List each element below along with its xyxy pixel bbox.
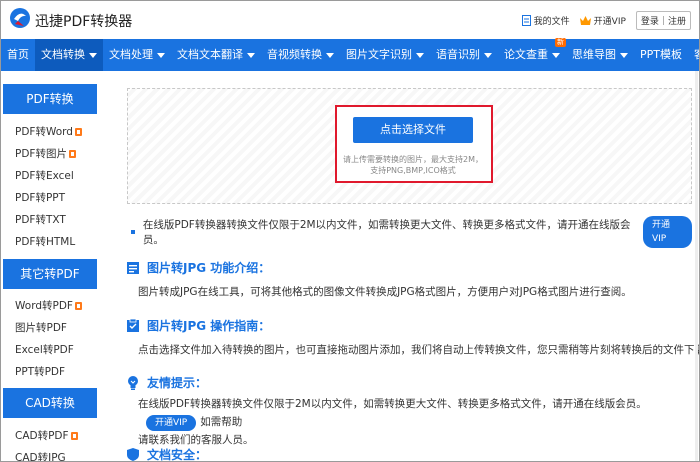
sidebar-group-title: PDF转换 <box>3 84 97 114</box>
sidebar-item[interactable]: Word转PDF <box>15 298 82 313</box>
bullet-icon <box>131 230 135 234</box>
caret-down-icon <box>552 52 560 58</box>
sidebar-item[interactable]: PPT转PDF <box>15 364 65 379</box>
nav-item-3[interactable]: 文档文本翻译 <box>171 39 261 71</box>
hot-icon <box>68 149 76 158</box>
nav-item-6[interactable]: 语音识别 <box>430 39 498 71</box>
scrollbar[interactable] <box>695 71 698 461</box>
nav-item-0[interactable]: 首页 <box>1 39 35 71</box>
shield-icon <box>127 448 139 461</box>
upload-hint-line1: 请上传需要转换的图片，最大支持2M， <box>343 155 483 164</box>
security-heading: 文档安全： <box>127 446 207 461</box>
sidebar-item[interactable]: 图片转PDF <box>15 320 67 335</box>
sidebar-item[interactable]: Excel转PDF <box>15 342 74 357</box>
main-nav: 首页 文档转换 文档处理 文档文本翻译 音视频转换 图片文字识别 语音识别 论文查重新思维导图… <box>1 38 699 71</box>
caret-down-icon <box>326 52 334 58</box>
auth-separator: | <box>661 15 665 26</box>
brand-name: 迅捷PDF转换器 <box>35 14 133 30</box>
nav-item-7[interactable]: 论文查重新 <box>498 38 566 71</box>
nav-item-1[interactable]: 文档转换 <box>35 39 103 71</box>
nav-item-4[interactable]: 音视频转换 <box>261 39 340 71</box>
intro-text: 图片转成JPG在线工具，可将其他格式的图像文件转换成JPG格式图片，方便用户对J… <box>138 286 632 298</box>
size-notice: 在线版PDF转换器转换文件仅限于2M以内文件，如需转换更大文件、转换更多格式文件… <box>127 216 692 248</box>
hot-icon <box>74 127 82 136</box>
nav-item-2[interactable]: 文档处理 <box>103 39 171 71</box>
guide-heading: 图片转JPG 操作指南： <box>127 317 270 334</box>
caret-down-icon <box>157 52 165 58</box>
sidebar-item[interactable]: CAD转JPG <box>15 450 66 461</box>
sidebar-item[interactable]: PDF转Word <box>15 124 82 139</box>
notice-vip-button[interactable]: 开通VIP <box>642 216 692 248</box>
caret-down-icon <box>416 52 424 58</box>
choose-file-button[interactable]: 点击选择文件 <box>353 117 473 143</box>
hot-icon <box>74 301 82 310</box>
nav-item-10[interactable]: 客户端 <box>688 39 699 71</box>
tips-vip-button[interactable]: 开通VIP <box>146 415 197 431</box>
bulb-icon <box>128 375 138 390</box>
sidebar-item[interactable]: PDF转PPT <box>15 190 65 205</box>
intro-icon <box>127 261 139 274</box>
nav-item-5[interactable]: 图片文字识别 <box>340 39 430 71</box>
nav-item-9[interactable]: PPT模板 <box>634 39 688 71</box>
nav-item-8[interactable]: 思维导图 <box>566 39 634 71</box>
page-frame: 迅捷PDF转换器 我的文件 开通VIP 登录 | 注册 首页 文档转换 文档处理… <box>0 0 700 462</box>
guide-icon <box>127 319 139 332</box>
register-link[interactable]: 注册 <box>668 14 686 27</box>
logo-icon <box>10 8 30 28</box>
top-bar: 迅捷PDF转换器 我的文件 开通VIP 登录 | 注册 <box>1 1 699 39</box>
hot-icon <box>70 431 78 440</box>
crown-icon <box>579 16 591 25</box>
guide-text: 点击选择文件加入待转换的图片，也可直接拖动图片添加，我们将自动上传转换文件，您只… <box>138 344 700 356</box>
sidebar-item[interactable]: CAD转PDF <box>15 428 78 443</box>
file-icon <box>521 15 531 26</box>
tips-heading: 友情提示： <box>127 374 207 391</box>
sidebar-group-title: CAD转换 <box>3 388 97 418</box>
sidebar-item[interactable]: PDF转HTML <box>15 234 75 249</box>
sidebar-item[interactable]: PDF转图片 <box>15 146 76 161</box>
caret-down-icon <box>620 52 628 58</box>
notice-text: 在线版PDF转换器转换文件仅限于2M以内文件，如需转换更大文件、转换更多格式文件… <box>142 219 631 246</box>
login-link[interactable]: 登录 <box>641 14 659 27</box>
caret-down-icon <box>484 52 492 58</box>
sidebar-item[interactable]: PDF转Excel <box>15 168 74 183</box>
sidebar: PDF转换 PDF转Word PDF转图片 PDF转Excel PDF转PPT PDF转T… <box>1 71 111 461</box>
open-vip-link[interactable]: 开通VIP <box>579 14 626 27</box>
upload-hint-line2: 支持PNG,BMP,ICO格式 <box>370 166 456 175</box>
caret-down-icon <box>89 52 97 58</box>
intro-heading: 图片转JPG 功能介绍： <box>127 259 270 276</box>
caret-down-icon <box>247 52 255 58</box>
new-badge: 新 <box>555 38 566 47</box>
my-files-link[interactable]: 我的文件 <box>521 14 570 27</box>
tips-text: 在线版PDF转换器转换文件仅限于2M以内文件，如需转换更大文件、转换更多格式文件… <box>138 398 647 446</box>
sidebar-item[interactable]: PDF转TXT <box>15 212 66 227</box>
sidebar-group-title: 其它转PDF <box>3 259 97 289</box>
